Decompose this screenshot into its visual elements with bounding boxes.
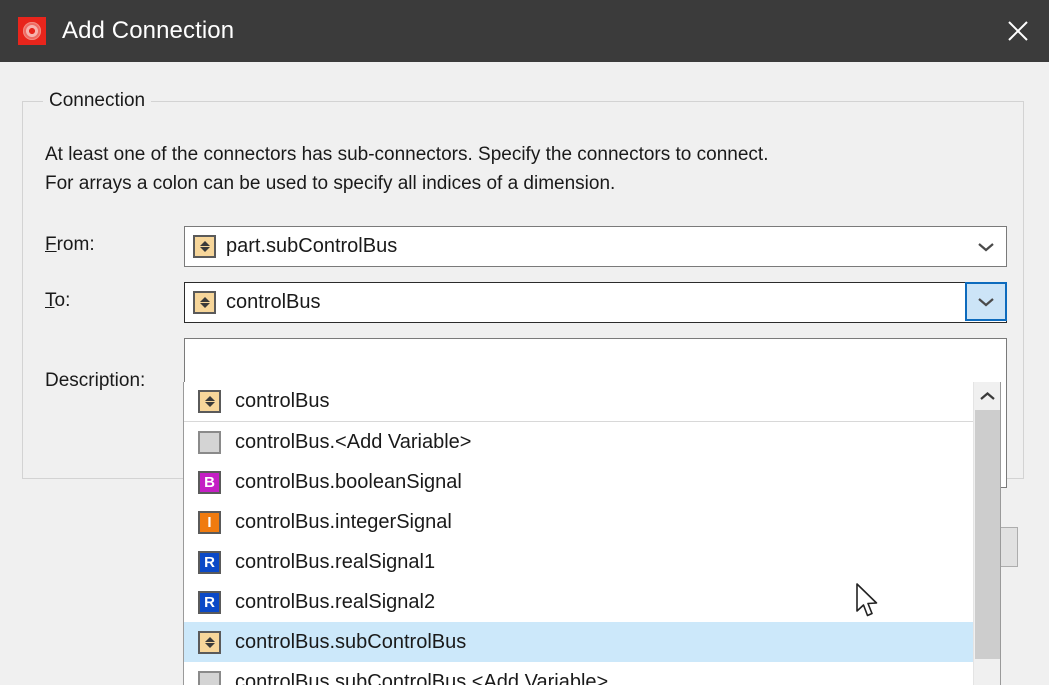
dropdown-item[interactable]: controlBus.subControlBus bbox=[184, 622, 974, 662]
dropdown-item-label: controlBus bbox=[235, 390, 330, 412]
dropdown-item[interactable]: RcontrolBus.realSignal1 bbox=[184, 542, 974, 582]
real-icon: R bbox=[198, 550, 221, 574]
bus-icon bbox=[193, 291, 216, 314]
add-connection-dialog: Add Connection OK Cancel Connection At l… bbox=[0, 0, 1049, 685]
to-combobox-value: controlBus bbox=[226, 291, 321, 313]
bus-icon bbox=[193, 235, 216, 258]
modelica-logo-icon bbox=[18, 17, 46, 45]
bus-icon bbox=[198, 630, 221, 654]
from-combobox-value: part.subControlBus bbox=[226, 235, 398, 257]
groupbox-legend: Connection bbox=[43, 90, 152, 112]
dropdown-item[interactable]: IcontrolBus.integerSignal bbox=[184, 502, 974, 542]
dropdown-item[interactable]: BcontrolBus.booleanSignal bbox=[184, 462, 974, 502]
to-label-text: o: bbox=[54, 290, 71, 311]
dropdown-item-label: controlBus.realSignal2 bbox=[235, 590, 436, 613]
blank-icon bbox=[198, 430, 221, 454]
dropdown-items: controlBus controlBus.<Add Variable> Bcont… bbox=[184, 382, 974, 685]
to-combobox[interactable]: controlBus bbox=[184, 282, 1007, 323]
dropdown-item[interactable]: RcontrolBus.realSignal2 bbox=[184, 582, 974, 622]
dialog-body: OK Cancel Connection At least one of the… bbox=[0, 62, 1049, 685]
dropdown-item-label: controlBus.<Add Variable> bbox=[235, 430, 472, 453]
dropdown-item[interactable]: controlBus.<Add Variable> bbox=[184, 422, 974, 462]
title-bar: Add Connection bbox=[0, 0, 1049, 62]
boolean-icon: B bbox=[198, 470, 221, 494]
real-icon: R bbox=[198, 590, 221, 614]
to-label: To: bbox=[45, 290, 70, 312]
window-title: Add Connection bbox=[62, 17, 235, 44]
to-dropdown-chevron-down-icon[interactable] bbox=[965, 282, 1007, 321]
to-combobox-dropdown-list[interactable]: controlBus controlBus.<Add Variable> Bcont… bbox=[183, 382, 1001, 685]
blank-icon bbox=[198, 670, 221, 685]
dropdown-item[interactable]: controlBus.subControlBus.<Add Variable> bbox=[184, 662, 974, 685]
integer-icon: I bbox=[198, 510, 221, 534]
instruction-line-1: At least one of the connectors has sub-c… bbox=[45, 144, 769, 165]
dropdown-item-label: controlBus.booleanSignal bbox=[235, 470, 462, 493]
to-label-accel: T bbox=[45, 290, 55, 311]
from-label-accel: F bbox=[45, 234, 57, 255]
bus-icon bbox=[198, 390, 221, 413]
dropdown-item-label: controlBus.subControlBus.<Add Variable> bbox=[235, 670, 609, 685]
close-icon[interactable] bbox=[987, 0, 1049, 62]
from-dropdown-chevron-down-icon[interactable] bbox=[966, 227, 1006, 266]
dropdown-item-label: controlBus.subControlBus bbox=[235, 630, 467, 653]
scroll-up-icon[interactable] bbox=[974, 382, 1000, 410]
from-label: From: bbox=[45, 234, 95, 256]
dropdown-item-label: controlBus.integerSignal bbox=[235, 510, 452, 533]
instruction-line-2: For arrays a colon can be used to specif… bbox=[45, 173, 616, 194]
from-combobox[interactable]: part.subControlBus bbox=[184, 226, 1007, 267]
dropdown-item-label: controlBus.realSignal1 bbox=[235, 550, 436, 573]
from-label-text: rom: bbox=[56, 234, 95, 255]
dropdown-scrollbar[interactable] bbox=[973, 382, 1000, 685]
description-label: Description: bbox=[45, 370, 146, 391]
scrollbar-thumb[interactable] bbox=[975, 410, 1000, 659]
dropdown-item[interactable]: controlBus bbox=[184, 382, 974, 422]
